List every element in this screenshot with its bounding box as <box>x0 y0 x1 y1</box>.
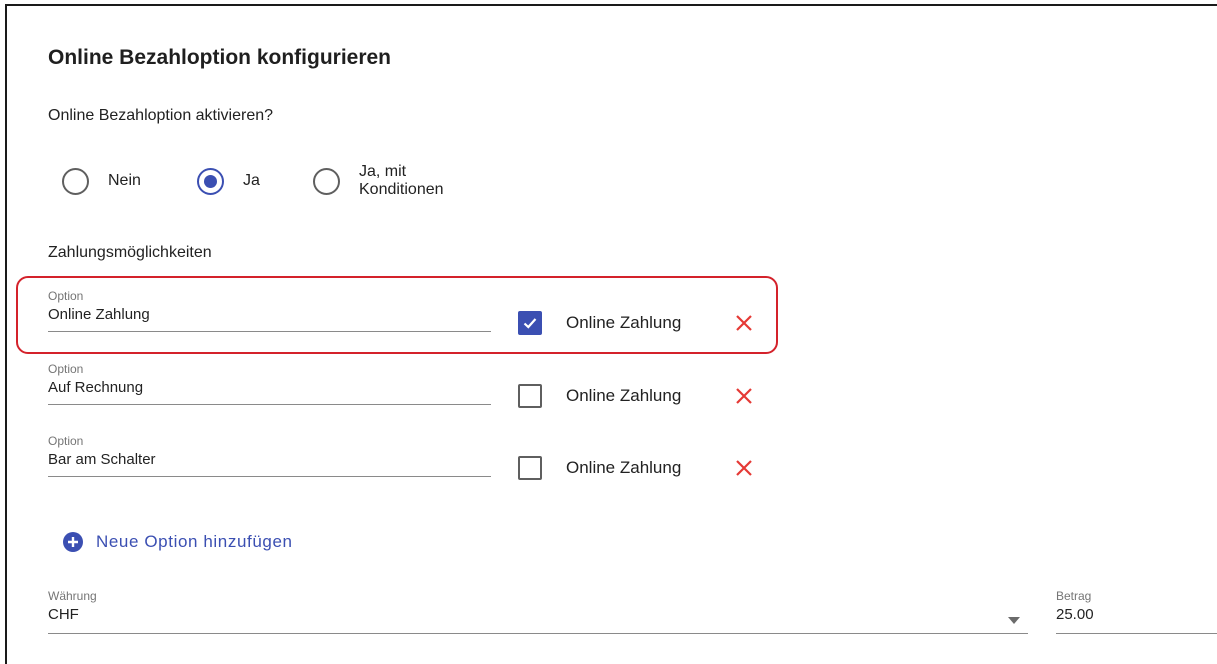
radio-unchecked-icon[interactable] <box>313 167 340 195</box>
amount-value[interactable]: 25.00 <box>1056 606 1094 623</box>
payment-option-row: Option Bar am Schalter Online Zahlung <box>48 434 768 484</box>
option-field-label: Option <box>48 362 84 376</box>
currency-select[interactable]: Währung CHF <box>48 589 1028 634</box>
radio-unchecked-icon[interactable] <box>62 167 89 195</box>
activation-question: Online Bezahloption aktivieren? <box>48 107 274 124</box>
amount-label: Betrag <box>1056 589 1092 603</box>
close-icon[interactable] <box>732 384 756 408</box>
online-payment-label: Online Zahlung <box>566 313 682 332</box>
radio-nein[interactable]: Nein <box>62 166 141 196</box>
check-icon <box>523 318 537 329</box>
currency-value[interactable]: CHF <box>48 606 79 623</box>
online-payment-checkbox[interactable] <box>518 456 542 480</box>
amount-input[interactable]: Betrag 25.00 <box>1056 589 1217 634</box>
close-icon[interactable] <box>732 456 756 480</box>
page-title: Online Bezahloption konfigurieren <box>48 46 392 69</box>
option-field-value[interactable]: Online Zahlung <box>48 306 150 323</box>
plus-circle-icon[interactable] <box>62 531 84 553</box>
radio-label: Ja <box>243 172 260 189</box>
option-field-label: Option <box>48 289 84 303</box>
option-field-label: Option <box>48 434 84 448</box>
close-icon[interactable] <box>732 311 756 335</box>
add-option-label[interactable]: Neue Option hinzufügen <box>96 532 293 552</box>
payment-option-row: Option Auf Rechnung Online Zahlung <box>48 362 768 412</box>
currency-label: Währung <box>48 589 97 603</box>
radio-ja[interactable]: Ja <box>197 166 260 196</box>
option-input[interactable]: Option Bar am Schalter <box>48 434 491 477</box>
option-input[interactable]: Option Auf Rechnung <box>48 362 491 405</box>
radio-checked-icon[interactable] <box>197 167 224 195</box>
payment-options-heading: Zahlungsmöglichkeiten <box>48 244 212 261</box>
online-payment-checkbox[interactable] <box>518 384 542 408</box>
radio-label: Ja, mit Konditionen <box>359 163 444 198</box>
caret-down-icon[interactable] <box>1008 617 1020 625</box>
option-field-value[interactable]: Bar am Schalter <box>48 451 156 468</box>
add-option-button[interactable]: Neue Option hinzufügen <box>62 531 293 553</box>
online-payment-checkbox[interactable] <box>518 311 542 335</box>
payment-option-row: Option Online Zahlung Online Zahlung <box>48 289 768 339</box>
radio-ja-mit-konditionen[interactable]: Ja, mit Konditionen <box>313 163 444 198</box>
option-field-value[interactable]: Auf Rechnung <box>48 379 143 396</box>
online-payment-label: Online Zahlung <box>566 458 682 477</box>
radio-label: Nein <box>108 172 141 189</box>
option-input[interactable]: Option Online Zahlung <box>48 289 491 332</box>
online-payment-label: Online Zahlung <box>566 386 682 405</box>
